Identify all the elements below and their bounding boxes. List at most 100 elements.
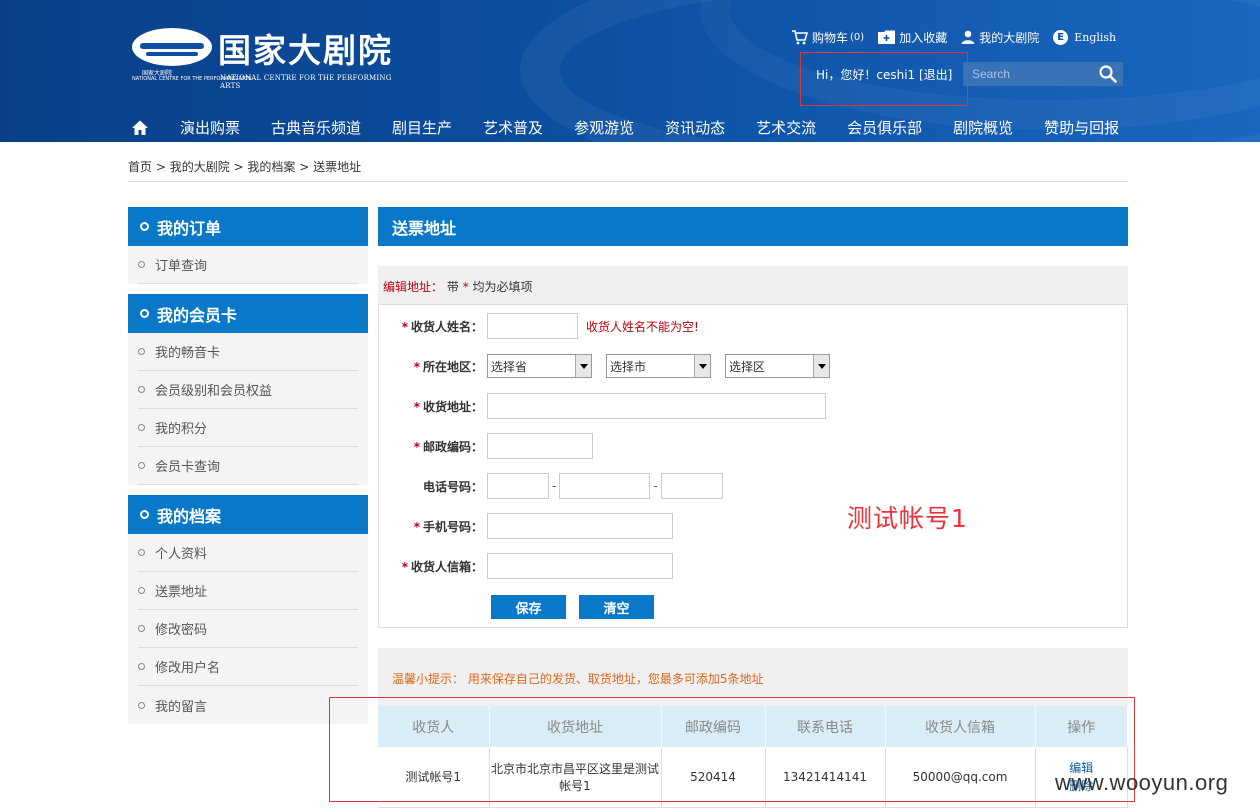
nav-item-news[interactable]: 资讯动态 bbox=[665, 117, 725, 138]
home-icon[interactable] bbox=[132, 120, 148, 135]
nav-item-classical[interactable]: 古典音乐频道 bbox=[271, 117, 361, 138]
field-label-text: 电话号码： bbox=[422, 479, 483, 494]
sidebar-heading-label: 我的订单 bbox=[157, 218, 222, 238]
sidebar-item-change-password[interactable]: 修改密码 bbox=[138, 610, 358, 648]
row-region: * 所在地区： 选择省 选择市 选择区 bbox=[379, 353, 844, 379]
field-label: 电话号码： bbox=[379, 478, 487, 495]
row-name: * 收货人姓名： 收货人姓名不能为空! bbox=[379, 313, 699, 339]
row-mobile: * 手机号码： bbox=[379, 513, 673, 539]
province-value: 选择省 bbox=[491, 359, 528, 374]
cart-link[interactable]: 购物车 (0) bbox=[792, 29, 864, 46]
bullet-icon bbox=[138, 462, 145, 469]
sidebar-heading-label: 我的会员卡 bbox=[157, 305, 238, 325]
sidebar-item-delivery-address[interactable]: 送票地址 bbox=[138, 572, 358, 610]
nav-item-exchange[interactable]: 艺术交流 bbox=[756, 117, 816, 138]
mobile-input[interactable] bbox=[487, 513, 673, 539]
nav-item-tickets[interactable]: 演出购票 bbox=[180, 117, 240, 138]
province-select[interactable]: 选择省 bbox=[487, 354, 592, 378]
nav-item-education[interactable]: 艺术普及 bbox=[483, 117, 543, 138]
field-label-text: 手机号码： bbox=[422, 519, 483, 534]
nav-item-sponsor[interactable]: 赞助与回报 bbox=[1044, 117, 1119, 138]
english-label: English bbox=[1074, 30, 1117, 44]
district-select[interactable]: 选择区 bbox=[725, 354, 830, 378]
breadcrumb-home[interactable]: 首页 bbox=[128, 160, 152, 174]
sidebar-heading[interactable]: 我的档案 bbox=[128, 495, 368, 534]
field-label: * 邮政编码： bbox=[379, 438, 487, 455]
breadcrumb-my-theatre[interactable]: 我的大剧院 bbox=[170, 160, 230, 174]
required-star: * bbox=[413, 519, 420, 534]
sidebar-item-label: 我的留言 bbox=[155, 699, 208, 715]
required-star: * bbox=[413, 439, 420, 454]
phone-area-input[interactable] bbox=[487, 473, 549, 499]
site-header: 国家大剧院 国家大剧院 NATIONAL CENTRE FOR THE PERF… bbox=[0, 0, 1260, 142]
sidebar-item-label: 送票地址 bbox=[155, 585, 208, 600]
bullet-icon bbox=[138, 663, 145, 670]
divider bbox=[128, 181, 1128, 182]
address-input[interactable] bbox=[487, 393, 826, 419]
sidebar-heading-label: 我的档案 bbox=[157, 506, 222, 526]
english-link[interactable]: E English bbox=[1053, 29, 1117, 45]
phone-number-input[interactable] bbox=[559, 473, 651, 499]
save-button[interactable]: 保存 bbox=[491, 595, 566, 619]
row-postcode: * 邮政编码： bbox=[379, 433, 593, 459]
nav-item-overview[interactable]: 剧院概览 bbox=[953, 117, 1013, 138]
sidebar-item-music-card[interactable]: 我的畅音卡 bbox=[138, 333, 358, 371]
row-address: * 收货地址： bbox=[379, 393, 826, 419]
breadcrumb-sep: > bbox=[152, 160, 170, 174]
cart-label: 购物车 bbox=[812, 30, 849, 45]
bullet-icon bbox=[138, 424, 145, 431]
field-label-text: 邮政编码： bbox=[422, 439, 483, 454]
form-note-post: 均为必填项 bbox=[472, 280, 533, 294]
sidebar-item-change-username[interactable]: 修改用户名 bbox=[138, 648, 358, 686]
site-logo[interactable]: 国家大剧院 国家大剧院 NATIONAL CENTRE FOR THE PERF… bbox=[132, 24, 402, 90]
nav-item-production[interactable]: 剧目生产 bbox=[392, 117, 452, 138]
sidebar-item-card-query[interactable]: 会员卡查询 bbox=[138, 447, 358, 485]
field-label: * 收货人信箱： bbox=[379, 558, 487, 575]
favorite-link[interactable]: 加入收藏 bbox=[878, 29, 947, 46]
wooyun-watermark: www.wooyun.org bbox=[1055, 770, 1229, 795]
bullet-icon bbox=[138, 348, 145, 355]
sidebar-group-profile: 我的档案 个人资料 送票地址 修改密码 修改用户名 我的留言 bbox=[128, 495, 368, 724]
postcode-input[interactable] bbox=[487, 433, 593, 459]
sidebar-item-label: 订单查询 bbox=[155, 259, 208, 274]
field-label: * 收货人姓名： bbox=[379, 318, 487, 335]
sidebar-item-label: 我的畅音卡 bbox=[155, 346, 221, 361]
name-input[interactable] bbox=[487, 313, 578, 339]
sidebar-item-member-level[interactable]: 会员级别和会员权益 bbox=[138, 371, 358, 409]
nav-item-visit[interactable]: 参观游览 bbox=[574, 117, 634, 138]
email-input[interactable] bbox=[487, 553, 673, 579]
clear-button[interactable]: 清空 bbox=[579, 595, 654, 619]
district-value: 选择区 bbox=[729, 359, 766, 374]
field-label-text: 收货地址： bbox=[422, 399, 483, 414]
search-icon[interactable] bbox=[1099, 65, 1117, 83]
page-title: 送票地址 bbox=[378, 207, 1128, 246]
row-email: * 收货人信箱： bbox=[379, 553, 673, 579]
sidebar-item-label: 修改用户名 bbox=[155, 661, 221, 676]
my-theatre-link[interactable]: 我的大剧院 bbox=[961, 29, 1039, 46]
city-select[interactable]: 选择市 bbox=[606, 354, 711, 378]
sidebar-heading[interactable]: 我的会员卡 bbox=[128, 294, 368, 333]
breadcrumb-my-profile[interactable]: 我的档案 bbox=[247, 160, 295, 174]
highlight-box-table bbox=[329, 697, 1135, 802]
breadcrumb-current: 送票地址 bbox=[313, 160, 362, 174]
sidebar-item-order-query[interactable]: 订单查询 bbox=[138, 246, 358, 284]
required-star: * bbox=[413, 399, 420, 414]
sidebar-item-personal-info[interactable]: 个人资料 bbox=[138, 534, 358, 572]
logo-chinese-name: 国家大剧院 bbox=[218, 31, 393, 70]
main-content: 送票地址 编辑地址： 带 * 均为必填项 * 收货人姓名： 收货人姓名不能为空! … bbox=[378, 207, 1128, 808]
tip-text: 温馨小提示： 用来保存自己的发货、取货地址，您最多可添加5条地址 bbox=[392, 672, 764, 686]
sidebar-heading[interactable]: 我的订单 bbox=[128, 207, 368, 246]
nav-item-club[interactable]: 会员俱乐部 bbox=[847, 117, 922, 138]
form-note-label: 编辑地址： bbox=[383, 280, 444, 294]
chevron-down-icon bbox=[694, 355, 710, 377]
sidebar-item-messages[interactable]: 我的留言 bbox=[138, 686, 358, 724]
phone-ext-input[interactable] bbox=[660, 473, 723, 499]
ring-icon bbox=[140, 510, 149, 519]
english-badge-icon: E bbox=[1053, 29, 1069, 45]
search-input[interactable] bbox=[963, 62, 1093, 86]
sidebar-item-points[interactable]: 我的积分 bbox=[138, 409, 358, 447]
address-form-panel: 编辑地址： 带 * 均为必填项 * 收货人姓名： 收货人姓名不能为空! * 所在地区… bbox=[378, 266, 1128, 628]
search-box bbox=[963, 62, 1123, 86]
top-links: 购物车 (0) 加入收藏 我的大剧院 E English bbox=[792, 28, 1130, 46]
name-error: 收货人姓名不能为空! bbox=[586, 319, 699, 334]
